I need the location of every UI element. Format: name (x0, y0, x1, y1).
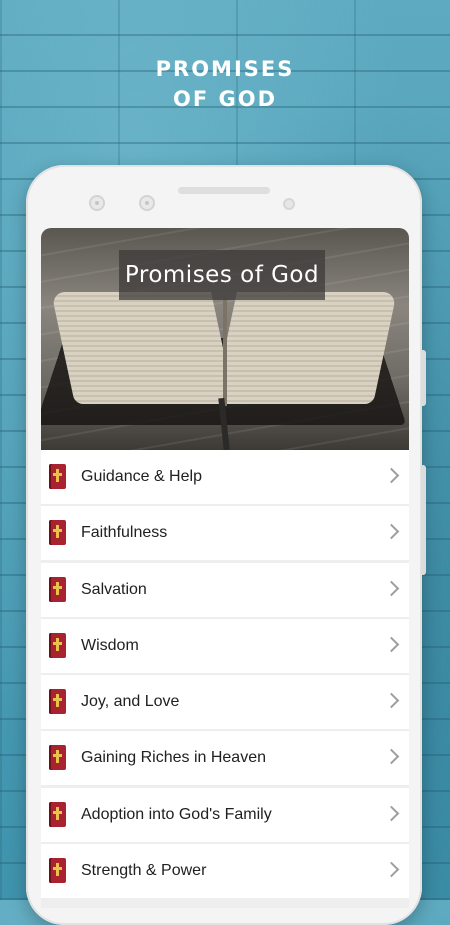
bible-icon (49, 632, 66, 658)
promo-headline: PROMISES OF GOD (0, 54, 450, 114)
bible-icon (49, 858, 66, 884)
list-item-label: Gaining Riches in Heaven (81, 749, 266, 767)
chevron-right-icon (383, 524, 400, 540)
banner-title: Promises of God (119, 250, 325, 300)
chevron-right-icon (383, 467, 400, 484)
bible-icon (49, 576, 66, 602)
list-item-wisdom[interactable]: Wisdom (41, 618, 409, 673)
list-item-guidance-help[interactable]: Guidance & Help (41, 450, 409, 504)
chevron-right-icon (383, 861, 400, 878)
promise-category-list: Guidance & Help Faithfulness Salvation W… (41, 450, 409, 899)
list-item-label: Faithfulness (81, 524, 168, 542)
list-item-joy-love[interactable]: Joy, and Love (41, 675, 409, 730)
header-banner: Promises of God (41, 228, 409, 450)
bible-icon (49, 745, 66, 771)
bible-icon (49, 801, 66, 827)
list-item-label: Guidance & Help (81, 468, 202, 485)
chevron-right-icon (383, 580, 400, 596)
front-sensor-icon (139, 195, 155, 211)
list-item-riches-heaven[interactable]: Gaining Riches in Heaven (41, 731, 409, 786)
chevron-right-icon (383, 636, 400, 653)
front-camera-icon (89, 195, 105, 211)
list-item-faithfulness[interactable]: Faithfulness (41, 506, 409, 561)
list-item-adoption[interactable]: Adoption into God's Family (41, 787, 409, 842)
phone-volume-button (421, 350, 426, 406)
bible-icon (49, 464, 66, 489)
app-screen: Promises of God Guidance & Help Faithful… (41, 228, 409, 908)
phone-frame: Promises of God Guidance & Help Faithful… (26, 165, 426, 925)
list-item-strength-power[interactable]: Strength & Power (41, 844, 409, 899)
list-item-label: Adoption into God's Family (81, 805, 272, 823)
phone-power-button (421, 465, 426, 575)
bible-right-page (213, 292, 397, 404)
bible-left-page (51, 292, 235, 404)
proximity-sensor-icon (283, 198, 295, 210)
list-item-salvation[interactable]: Salvation (41, 562, 409, 617)
chevron-right-icon (383, 749, 400, 765)
promo-headline-line1: PROMISES (155, 57, 295, 81)
list-item-label: Joy, and Love (81, 693, 180, 711)
chevron-right-icon (383, 805, 400, 822)
list-item-label: Salvation (81, 580, 147, 598)
chevron-right-icon (383, 692, 400, 709)
bible-spine (223, 298, 227, 406)
bible-icon (49, 689, 66, 715)
list-item-label: Wisdom (81, 636, 139, 654)
list-item-label: Strength & Power (81, 862, 207, 880)
promo-headline-line2: OF GOD (172, 87, 278, 111)
bible-icon (49, 520, 66, 546)
phone-speaker (178, 187, 270, 194)
